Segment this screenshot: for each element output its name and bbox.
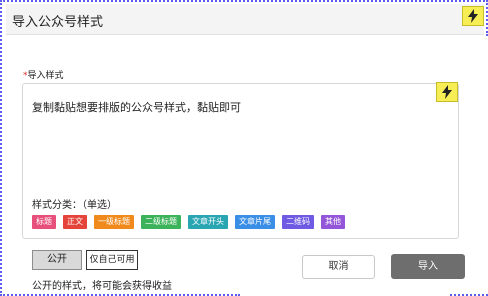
- import-button[interactable]: 导入: [391, 254, 465, 279]
- editor-placeholder: 复制黏贴想要排版的公众号样式，黏贴即可: [32, 101, 241, 114]
- tag-title[interactable]: 标题: [32, 215, 56, 229]
- private-toggle-button[interactable]: 仅自己可用: [86, 250, 138, 270]
- lightning-bolt-glyph: [468, 9, 478, 23]
- dialog-title: 导入公众号样式: [12, 15, 104, 30]
- public-toggle-button[interactable]: 公开: [32, 250, 82, 270]
- tag-other[interactable]: 其他: [321, 215, 345, 229]
- import-style-dialog: 导入公众号样式 *导入样式 复制黏贴想要排版的公众号样式，黏贴即可 样式分类：（…: [6, 4, 484, 292]
- lightning-bolt-icon[interactable]: [462, 6, 484, 26]
- category-tags: 标题 正文 一级标题 二级标题 文章开头 文章片尾 二维码 其他: [32, 215, 352, 229]
- import-style-label: *导入样式: [23, 68, 64, 81]
- style-paste-editor[interactable]: 复制黏贴想要排版的公众号样式，黏贴即可 样式分类：（单选） 标题 正文 一级标题…: [22, 83, 459, 239]
- canvas-frame-top: [0, 0, 488, 2]
- tag-article-ending[interactable]: 文章片尾: [235, 215, 275, 229]
- lightning-bolt-glyph: [442, 85, 452, 99]
- public-note: 公开的样式，将可能会获得收益: [32, 281, 172, 292]
- category-label: 样式分类：（单选）: [32, 200, 117, 211]
- dialog-header: 导入公众号样式: [6, 4, 484, 35]
- tag-heading-1[interactable]: 一级标题: [94, 215, 134, 229]
- tag-qr-code[interactable]: 二维码: [282, 215, 314, 229]
- lightning-bolt-icon[interactable]: [436, 82, 458, 102]
- tag-article-opening[interactable]: 文章开头: [188, 215, 228, 229]
- import-style-label-text: 导入样式: [27, 71, 64, 81]
- canvas-frame-left: [0, 0, 2, 296]
- tag-heading-2[interactable]: 二级标题: [141, 215, 181, 229]
- cancel-button[interactable]: 取消: [302, 255, 375, 279]
- tag-body[interactable]: 正文: [63, 215, 87, 229]
